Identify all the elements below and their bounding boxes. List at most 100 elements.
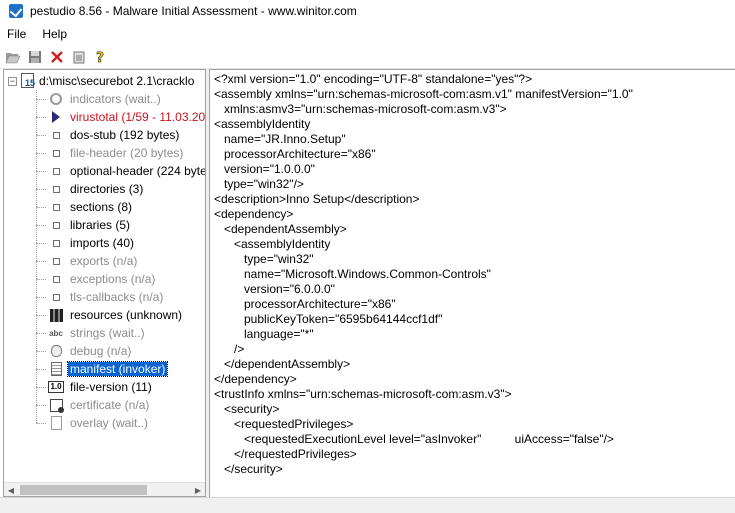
menu-help[interactable]: Help <box>34 27 75 41</box>
tree-item-virustotal[interactable]: virustotal (1/59 - 11.03.201 <box>36 108 206 126</box>
xml-line: type="win32"/> <box>214 177 304 191</box>
tree-item-certificate[interactable]: certificate (n/a) <box>36 396 151 414</box>
manifest-icon <box>48 361 64 377</box>
xml-line: <requestedPrivileges> <box>214 417 354 431</box>
tree-item-file-version[interactable]: 1.0 file-version (11) <box>36 378 154 396</box>
xml-line: /> <box>214 342 245 356</box>
tree-panel: − d:\misc\securebot 2.1\cracklo indicato… <box>3 69 206 497</box>
xml-line: publicKeyToken="6595b64144ccf1df" <box>214 312 443 326</box>
tree-item-label: libraries (5) <box>70 218 131 232</box>
tree-item-directories[interactable]: directories (3) <box>36 180 145 198</box>
xml-line: processorArchitecture="x86" <box>214 297 396 311</box>
open-icon[interactable] <box>4 48 22 66</box>
tree-item-label: debug (n/a) <box>70 344 132 358</box>
node-icon <box>48 289 64 305</box>
tree-item-optional-header[interactable]: optional-header (224 bytes <box>36 162 206 180</box>
resources-icon <box>48 307 64 323</box>
file-version-icon: 1.0 <box>48 381 64 393</box>
tree-item-exports[interactable]: exports (n/a) <box>36 252 139 270</box>
scrollbar-thumb[interactable] <box>20 485 147 495</box>
tree-root[interactable]: − d:\misc\securebot 2.1\cracklo <box>8 72 194 90</box>
tree-item-imports[interactable]: imports (40) <box>36 234 136 252</box>
tree-item-label: imports (40) <box>70 236 135 250</box>
collapse-icon[interactable]: − <box>8 76 17 86</box>
tree-item-libraries[interactable]: libraries (5) <box>36 216 132 234</box>
save-icon[interactable] <box>26 48 44 66</box>
tree-item-label: resources (unknown) <box>70 308 183 322</box>
status-bar <box>0 497 735 513</box>
xml-line: <assemblyIdentity <box>214 117 311 131</box>
tree-item-label: indicators (wait..) <box>70 92 161 106</box>
tree-item-sections[interactable]: sections (8) <box>36 198 134 216</box>
svg-text:?: ? <box>96 50 104 65</box>
manifest-xml-view[interactable]: <?xml version="1.0" encoding="UTF-8" sta… <box>209 69 735 497</box>
tree-item-overlay[interactable]: overlay (wait..) <box>36 414 150 432</box>
node-icon <box>48 253 64 269</box>
xml-line: version="6.0.0.0" <box>214 282 335 296</box>
tree-item-dos-stub[interactable]: dos-stub (192 bytes) <box>36 126 181 144</box>
tree-item-manifest[interactable]: manifest (invoker) <box>36 360 169 378</box>
tree-item-exceptions[interactable]: exceptions (n/a) <box>36 270 157 288</box>
scroll-left-icon[interactable]: ◀ <box>4 483 18 496</box>
tree-item-label: file-version (11) <box>70 380 152 394</box>
overlay-icon <box>48 415 64 431</box>
xml-line: xmlns:asmv3="urn:schemas-microsoft-com:a… <box>214 102 507 116</box>
tree-root-label: d:\misc\securebot 2.1\cracklo <box>39 74 195 88</box>
clipboard-icon[interactable] <box>70 48 88 66</box>
tree-item-label: dos-stub (192 bytes) <box>70 128 180 142</box>
menu-bar: File Help <box>0 24 735 44</box>
tree-item-label: directories (3) <box>70 182 144 196</box>
menu-file[interactable]: File <box>0 27 34 41</box>
tree-item-label: sections (8) <box>70 200 133 214</box>
xml-line: type="win32" <box>214 252 314 266</box>
certificate-icon <box>48 397 64 413</box>
tree-item-label: file-header (20 bytes) <box>70 146 184 160</box>
tree-item-debug[interactable]: debug (n/a) <box>36 342 133 360</box>
tree-item-strings[interactable]: abc strings (wait..) <box>36 324 147 342</box>
tree-horizontal-scrollbar[interactable]: ◀ ▶ <box>4 482 205 496</box>
xml-line: processorArchitecture="x86" <box>214 147 376 161</box>
xml-line: name="Microsoft.Windows.Common-Controls" <box>214 267 491 281</box>
xml-line: <description>Inno Setup</description> <box>214 192 420 206</box>
node-icon <box>48 145 64 161</box>
tree-item-resources[interactable]: resources (unknown) <box>36 306 184 324</box>
xml-line: <?xml version="1.0" encoding="UTF-8" sta… <box>214 72 533 86</box>
xml-line: </requestedPrivileges> <box>214 447 357 461</box>
scroll-right-icon[interactable]: ▶ <box>191 483 205 496</box>
tree-item-tls-callbacks[interactable]: tls-callbacks (n/a) <box>36 288 165 306</box>
tree-item-label: manifest (invoker) <box>66 361 169 377</box>
tree-item-label: overlay (wait..) <box>70 416 149 430</box>
tree-item-indicators[interactable]: indicators (wait..) <box>36 90 163 108</box>
tree-item-label: exceptions (n/a) <box>70 272 156 286</box>
node-icon <box>48 199 64 215</box>
xml-line: version="1.0.0.0" <box>214 162 315 176</box>
xml-line: language="*" <box>214 327 314 341</box>
xml-line: <dependency> <box>214 207 294 221</box>
tree-view: − d:\misc\securebot 2.1\cracklo indicato… <box>4 70 206 482</box>
tree-item-label: certificate (n/a) <box>70 398 150 412</box>
tree-item-label: exports (n/a) <box>70 254 138 268</box>
tree-item-file-header[interactable]: file-header (20 bytes) <box>36 144 185 162</box>
xml-line: <security> <box>214 402 280 416</box>
toolbar: ? <box>0 45 735 69</box>
node-icon <box>48 181 64 197</box>
app-check-icon <box>9 4 23 18</box>
window-title: pestudio 8.56 - Malware Initial Assessme… <box>30 4 357 18</box>
xml-line: </dependency> <box>214 372 297 386</box>
debug-icon <box>48 343 64 359</box>
xml-line: <dependentAssembly> <box>214 222 347 236</box>
close-icon[interactable] <box>48 48 66 66</box>
tree-item-label: tls-callbacks (n/a) <box>70 290 164 304</box>
tree-item-label: optional-header (224 bytes <box>70 164 206 178</box>
tree-item-label: strings (wait..) <box>70 326 145 340</box>
tree-item-label: virustotal (1/59 - 11.03.201 <box>70 110 206 124</box>
title-bar: pestudio 8.56 - Malware Initial Assessme… <box>0 0 735 22</box>
xml-line: </dependentAssembly> <box>214 357 351 371</box>
node-icon <box>48 217 64 233</box>
help-icon[interactable]: ? <box>92 48 110 66</box>
node-icon <box>48 271 64 287</box>
xml-line: name="JR.Inno.Setup" <box>214 132 346 146</box>
xml-line: <assembly xmlns="urn:schemas-microsoft-c… <box>214 87 633 101</box>
file-icon <box>20 73 36 89</box>
xml-line: <assemblyIdentity <box>214 237 331 251</box>
